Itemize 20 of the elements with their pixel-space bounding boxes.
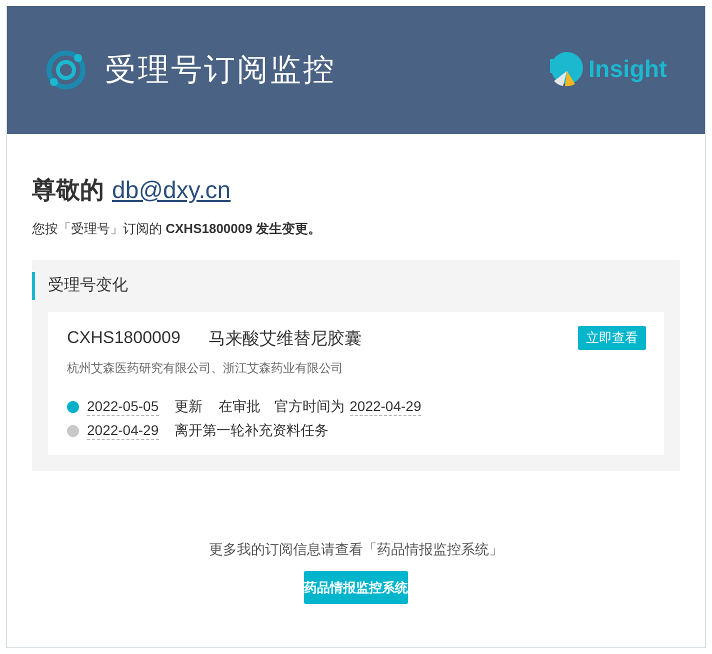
event-date: 2022-05-05	[87, 398, 159, 416]
company-names: 杭州艾森医药研究有限公司、浙江艾森药业有限公司	[67, 360, 344, 377]
system-button[interactable]: 药品情报监控系统	[304, 571, 408, 604]
salutation: 尊敬的	[32, 176, 104, 206]
event-text: 离开第一轮补充资料任务	[174, 422, 329, 440]
official-label: 官方时间为	[274, 398, 345, 416]
section-title: 受理号变化	[32, 272, 664, 300]
acceptance-number: CXHS1800009	[67, 328, 180, 348]
official-date: 2022-04-29	[350, 398, 422, 416]
orbit-logo-icon	[45, 49, 87, 91]
view-now-button[interactable]: 立即查看	[578, 326, 646, 350]
footer-text: 更多我的订阅信息请查看「药品情报监控系统」	[208, 541, 504, 559]
page-title: 受理号订阅监控	[105, 51, 336, 89]
event-text: 在审批	[218, 398, 261, 416]
event-text: 更新	[174, 398, 203, 416]
event-date: 2022-04-29	[87, 422, 159, 440]
email-link[interactable]: db@dxy.cn	[112, 177, 231, 205]
brand-name: Insight	[588, 56, 667, 84]
drug-name: 马来酸艾维替尼胶囊	[208, 328, 362, 350]
change-notice: 您按「受理号」订阅的 CXHS1800009 发生变更。	[32, 220, 322, 238]
